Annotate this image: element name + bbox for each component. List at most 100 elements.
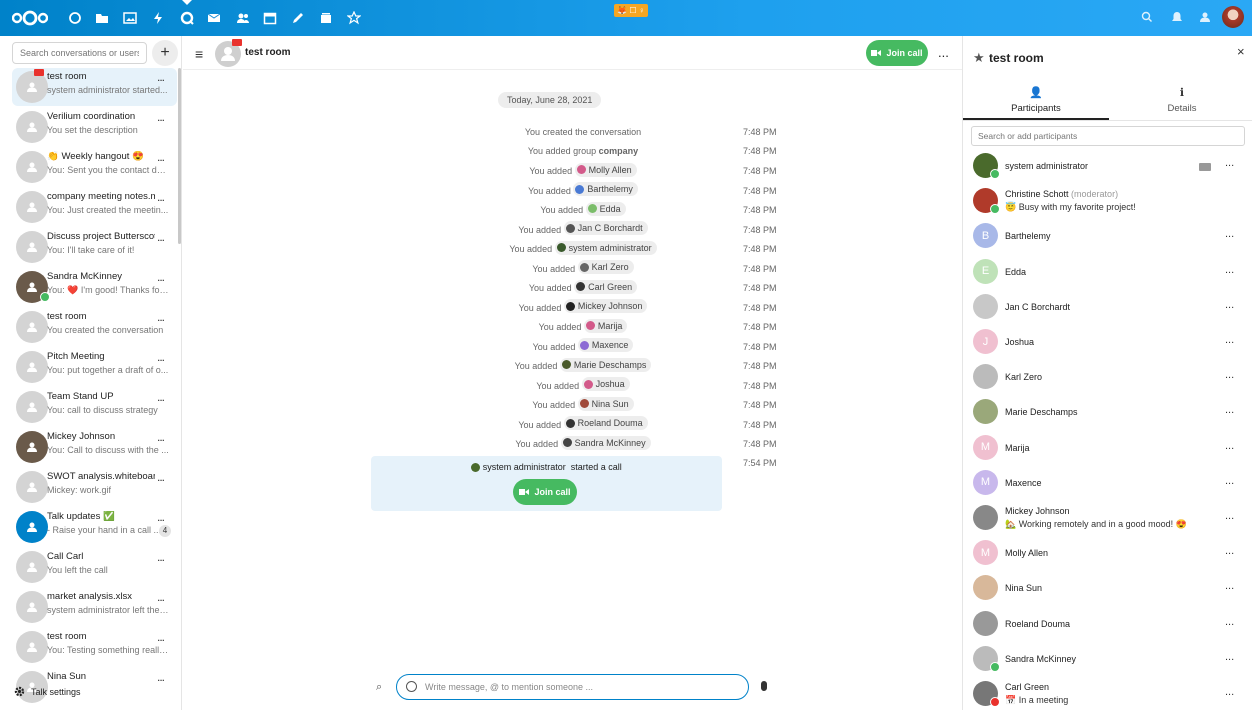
conversation-item[interactable]: Sandra McKinney You: ❤️ I'm good! Thanks … — [12, 268, 177, 306]
user-mention[interactable]: Karl Zero — [577, 260, 634, 274]
participant-more-button[interactable]: ... — [1225, 404, 1234, 416]
user-mention[interactable]: Nina Sun — [577, 396, 634, 411]
conversation-more-button[interactable]: ... — [157, 510, 165, 524]
participant-more-button[interactable]: ... — [1225, 475, 1234, 487]
contacts-icon[interactable] — [234, 9, 252, 27]
user-mention[interactable]: Molly Allen — [574, 162, 637, 177]
conversation-more-button[interactable]: ... — [157, 350, 165, 364]
participant-row[interactable]: M Maxence... — [963, 467, 1252, 502]
files-icon[interactable] — [93, 9, 111, 27]
participant-row[interactable]: Carl Green 📅 In a meeting... — [963, 678, 1252, 713]
participant-more-button[interactable]: ... — [1225, 651, 1234, 663]
participant-row[interactable]: Roeland Douma... — [963, 608, 1252, 643]
participant-more-button[interactable]: ... — [1225, 369, 1234, 381]
participant-row[interactable]: Marie Deschamps... — [963, 396, 1252, 431]
user-mention[interactable]: Edda — [585, 201, 626, 216]
search-icon[interactable] — [1140, 10, 1156, 26]
participant-search-input[interactable] — [971, 126, 1245, 146]
conversation-item[interactable]: market analysis.xlsx system administrator… — [12, 588, 177, 626]
conversation-more-button[interactable]: ... — [157, 110, 165, 124]
conversation-item[interactable]: company meeting notes.md You: Just create… — [12, 188, 177, 226]
conversation-item[interactable]: Call Carl You left the call... — [12, 548, 177, 586]
dashboard-icon[interactable] — [66, 9, 84, 27]
favorites-icon[interactable] — [345, 9, 363, 27]
conversation-item[interactable]: Pitch Meeting You: put together a draft o… — [12, 348, 177, 386]
deck-icon[interactable] — [317, 9, 335, 27]
conversation-more-button[interactable]: ... — [157, 70, 165, 84]
emoji-icon[interactable] — [406, 681, 417, 692]
user-mention[interactable]: Marie Deschamps — [559, 357, 652, 372]
participant-more-button[interactable]: ... — [1225, 334, 1234, 346]
conversation-item[interactable]: Talk updates ✅ - Raise your hand in a cal… — [12, 508, 177, 546]
microphone-icon[interactable] — [761, 681, 767, 691]
participant-row[interactable]: system administrator... — [963, 150, 1252, 185]
talk-settings-button[interactable]: Talk settings — [14, 686, 81, 697]
conversation-more-button[interactable]: ... — [157, 550, 165, 564]
conversation-item[interactable]: Team Stand UP You: call to discuss strate… — [12, 388, 177, 426]
notifications-icon[interactable] — [1170, 10, 1186, 26]
attachment-icon[interactable]: ⌕ — [376, 681, 382, 694]
join-call-button[interactable]: Join call — [866, 40, 928, 66]
tab-participants[interactable]: 👤 Participants — [963, 86, 1109, 114]
conversation-more-button[interactable]: ... — [157, 470, 165, 484]
conversation-more-button[interactable]: ... — [157, 230, 165, 244]
participant-more-button[interactable]: ... — [1225, 686, 1234, 698]
message-input[interactable]: Write message, @ to mention someone ... — [396, 674, 749, 700]
participant-more-button[interactable]: ... — [1225, 264, 1234, 276]
participant-row[interactable]: Christine Schott (moderator) 😇 Busy with … — [963, 185, 1252, 220]
participant-more-button[interactable]: ... — [1225, 440, 1234, 452]
user-mention[interactable]: system administrator — [554, 240, 657, 255]
conversation-more-button[interactable]: ... — [157, 390, 165, 404]
conversation-more-button[interactable]: ... — [157, 430, 165, 444]
join-call-inline-button[interactable]: Join call — [513, 479, 577, 505]
conversation-more-button[interactable]: ... — [157, 670, 165, 684]
participant-more-button[interactable]: ... — [1225, 228, 1234, 240]
conversation-item[interactable]: Verilium coordination You set the descrip… — [12, 108, 177, 146]
participant-row[interactable]: Jan C Borchardt... — [963, 291, 1252, 326]
user-mention[interactable]: Marija — [583, 318, 628, 333]
new-conversation-button[interactable]: + — [152, 40, 178, 66]
participant-row[interactable]: B Barthelemy... — [963, 220, 1252, 255]
participant-more-button[interactable]: ... — [1225, 510, 1234, 522]
close-sidebar-button[interactable]: × — [1237, 44, 1245, 59]
conversation-item[interactable]: test room system administrator started...… — [12, 68, 177, 106]
user-mention[interactable]: Roeland Douma — [563, 416, 648, 430]
participant-more-button[interactable]: ... — [1225, 157, 1234, 169]
conversation-more-button[interactable]: ... — [157, 590, 165, 604]
nextcloud-logo[interactable] — [12, 10, 48, 26]
participant-row[interactable]: Sandra McKinney... — [963, 643, 1252, 678]
user-mention[interactable]: Jan C Borchardt — [563, 221, 648, 235]
notes-icon[interactable] — [289, 9, 307, 27]
tab-details[interactable]: ℹ Details — [1109, 86, 1252, 114]
search-conversations-input[interactable] — [12, 42, 147, 64]
participant-more-button[interactable]: ... — [1225, 545, 1234, 557]
participant-row[interactable]: J Joshua... — [963, 326, 1252, 361]
participant-row[interactable]: Nina Sun... — [963, 572, 1252, 607]
room-more-button[interactable]: ... — [938, 45, 949, 60]
participant-row[interactable]: M Marija... — [963, 432, 1252, 467]
participant-more-button[interactable]: ... — [1225, 616, 1234, 628]
user-mention[interactable]: Sandra McKinney — [560, 435, 651, 450]
participant-row[interactable]: E Edda... — [963, 256, 1252, 291]
participant-row[interactable]: M Molly Allen... — [963, 537, 1252, 572]
participant-row[interactable]: Karl Zero... — [963, 361, 1252, 396]
user-mention[interactable]: Barthelemy — [573, 182, 638, 196]
contacts-menu-icon[interactable] — [1198, 10, 1214, 26]
user-avatar[interactable] — [1222, 6, 1244, 28]
conversation-item[interactable]: Discuss project Butterscot... You: I'll t… — [12, 228, 177, 266]
star-icon[interactable]: ★ — [973, 50, 985, 66]
conversation-item[interactable]: Mickey Johnson You: Call to discuss with … — [12, 428, 177, 466]
participant-more-button[interactable]: ... — [1225, 299, 1234, 311]
participant-more-button[interactable]: ... — [1225, 580, 1234, 592]
participant-row[interactable]: Mickey Johnson 🏡 Working remotely and in … — [963, 502, 1252, 537]
conversation-item[interactable]: 👏 Weekly hangout 😍 You: Sent you the cont… — [12, 148, 177, 186]
talk-icon[interactable] — [178, 0, 196, 27]
user-mention[interactable]: Maxence — [577, 338, 634, 352]
user-mention[interactable]: Joshua — [581, 377, 630, 391]
conversation-item[interactable]: SWOT analysis.whiteboard Mickey: work.gif… — [12, 468, 177, 506]
activity-icon[interactable] — [149, 9, 167, 27]
user-mention[interactable]: Mickey Johnson — [563, 299, 648, 313]
conversation-more-button[interactable]: ... — [157, 150, 165, 164]
mail-icon[interactable] — [205, 9, 223, 27]
calendar-icon[interactable] — [261, 9, 279, 27]
